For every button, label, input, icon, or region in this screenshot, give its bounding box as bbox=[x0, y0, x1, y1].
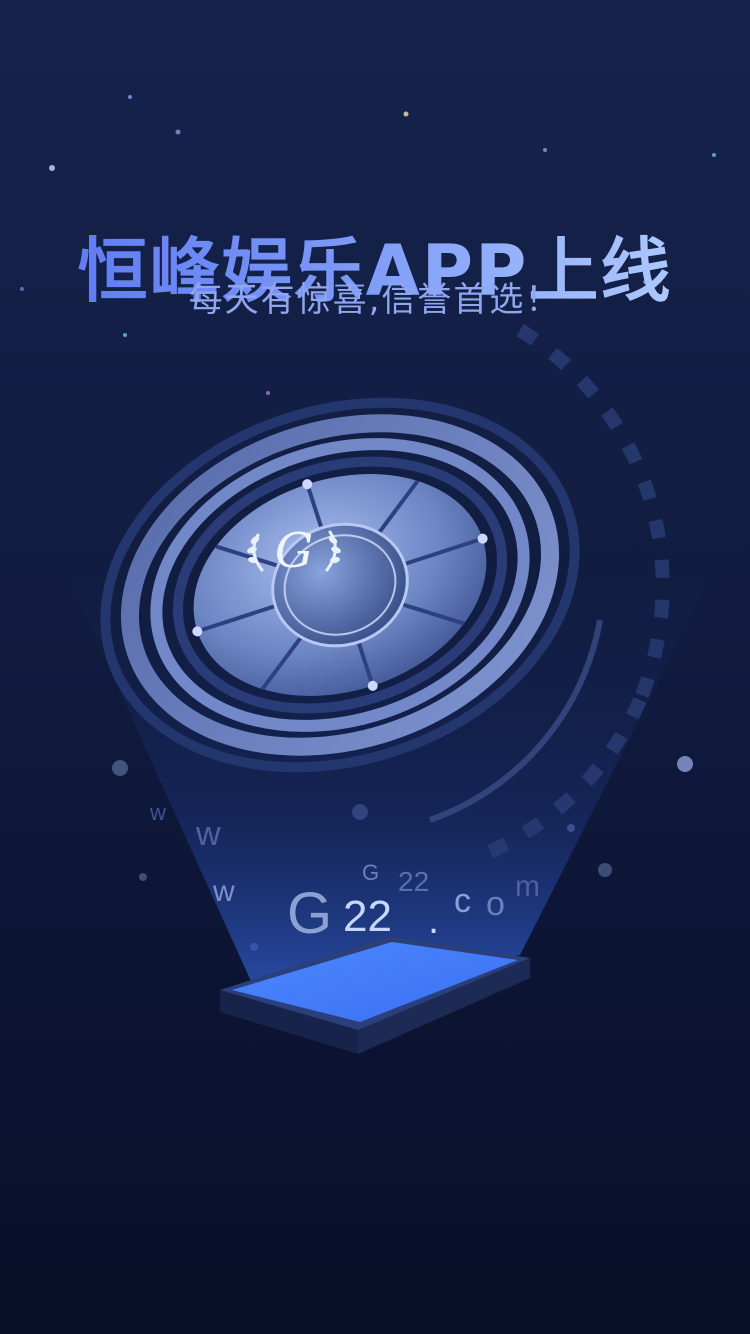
splash-subtitle: 每天有惊喜,信誉首选！ bbox=[188, 280, 562, 320]
phone-projector-icon bbox=[220, 936, 530, 1054]
splash-screen: G w w w G 22 G 22 . c o m 恒峰娱乐APP上线 每天有惊… bbox=[0, 0, 750, 1334]
